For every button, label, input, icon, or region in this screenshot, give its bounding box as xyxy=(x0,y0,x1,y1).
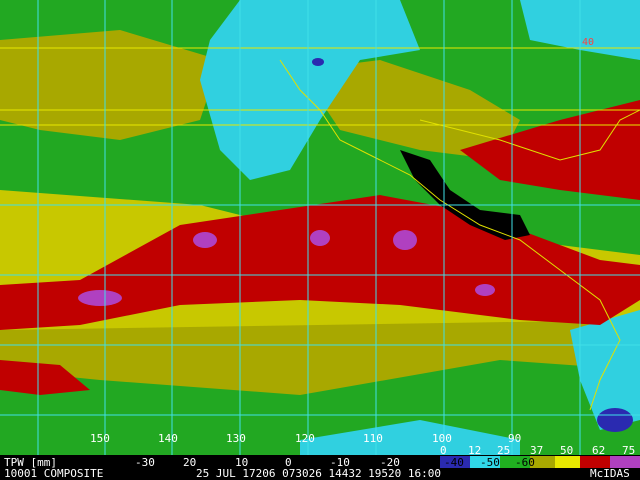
timestamp-label: 25 JUL 17206 073026 14432 19520 16:00 xyxy=(196,467,441,480)
credit-label: McIDAS xyxy=(590,467,630,480)
svg-text:62: 62 xyxy=(592,444,605,457)
moisture-max-1 xyxy=(78,290,122,306)
svg-text:-30: -30 xyxy=(135,456,155,469)
moisture-field-dry-spot xyxy=(312,58,324,66)
svg-text:-60: -60 xyxy=(515,456,535,469)
svg-text:20: 20 xyxy=(183,456,196,469)
longitude-label: 150 xyxy=(90,432,110,445)
longitude-label: 130 xyxy=(226,432,246,445)
moisture-max-4 xyxy=(393,230,417,250)
longitude-label: 140 xyxy=(158,432,178,445)
moisture-field-dry-se xyxy=(597,408,633,432)
moisture-max-3 xyxy=(310,230,330,246)
caption-label: 10001 COMPOSITE xyxy=(4,467,103,480)
svg-text:-40: -40 xyxy=(444,456,464,469)
moisture-max-5 xyxy=(475,284,495,296)
longitude-label: 120 xyxy=(295,432,315,445)
svg-text:75: 75 xyxy=(622,444,635,457)
moisture-max-2 xyxy=(193,232,217,248)
latitude-label: 40 xyxy=(582,37,594,48)
map-canvas: 40 150 140 130 120 110 100 90 TPW [mm] 2… xyxy=(0,0,640,480)
svg-text:50: 50 xyxy=(560,444,573,457)
svg-text:-50: -50 xyxy=(480,456,500,469)
tpw-map: 40 150 140 130 120 110 100 90 TPW [mm] 2… xyxy=(0,0,640,480)
longitude-label: 110 xyxy=(363,432,383,445)
